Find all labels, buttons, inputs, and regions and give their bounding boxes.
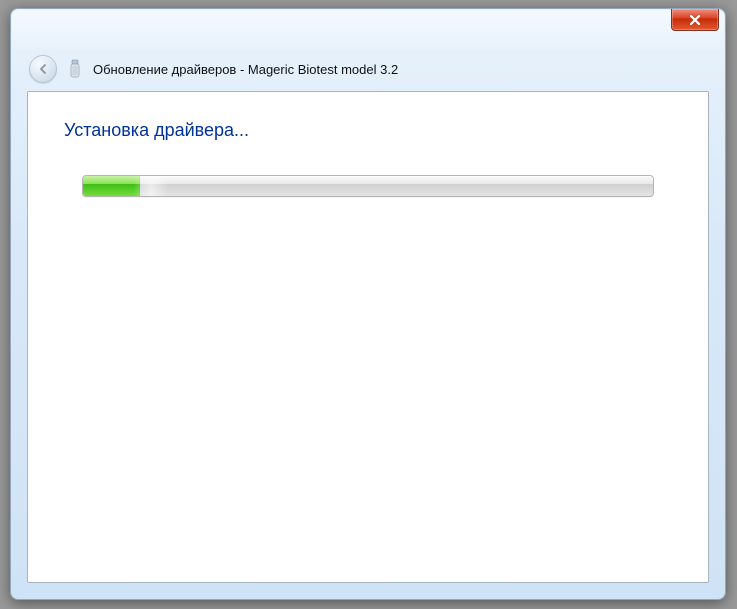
close-button[interactable]	[671, 9, 719, 31]
window-title: Обновление драйверов - Mageric Biotest m…	[93, 62, 398, 77]
window-frame: Обновление драйверов - Mageric Biotest m…	[10, 8, 726, 600]
arrow-left-icon	[36, 62, 50, 76]
back-button	[29, 55, 57, 83]
header-bar: Обновление драйверов - Mageric Biotest m…	[29, 55, 707, 83]
content-pane: Установка драйвера...	[27, 91, 709, 583]
close-icon	[688, 14, 702, 26]
progress-bar-fill	[83, 176, 140, 196]
page-heading: Установка драйвера...	[64, 120, 672, 141]
progress-bar	[82, 175, 654, 197]
device-icon	[67, 58, 83, 80]
